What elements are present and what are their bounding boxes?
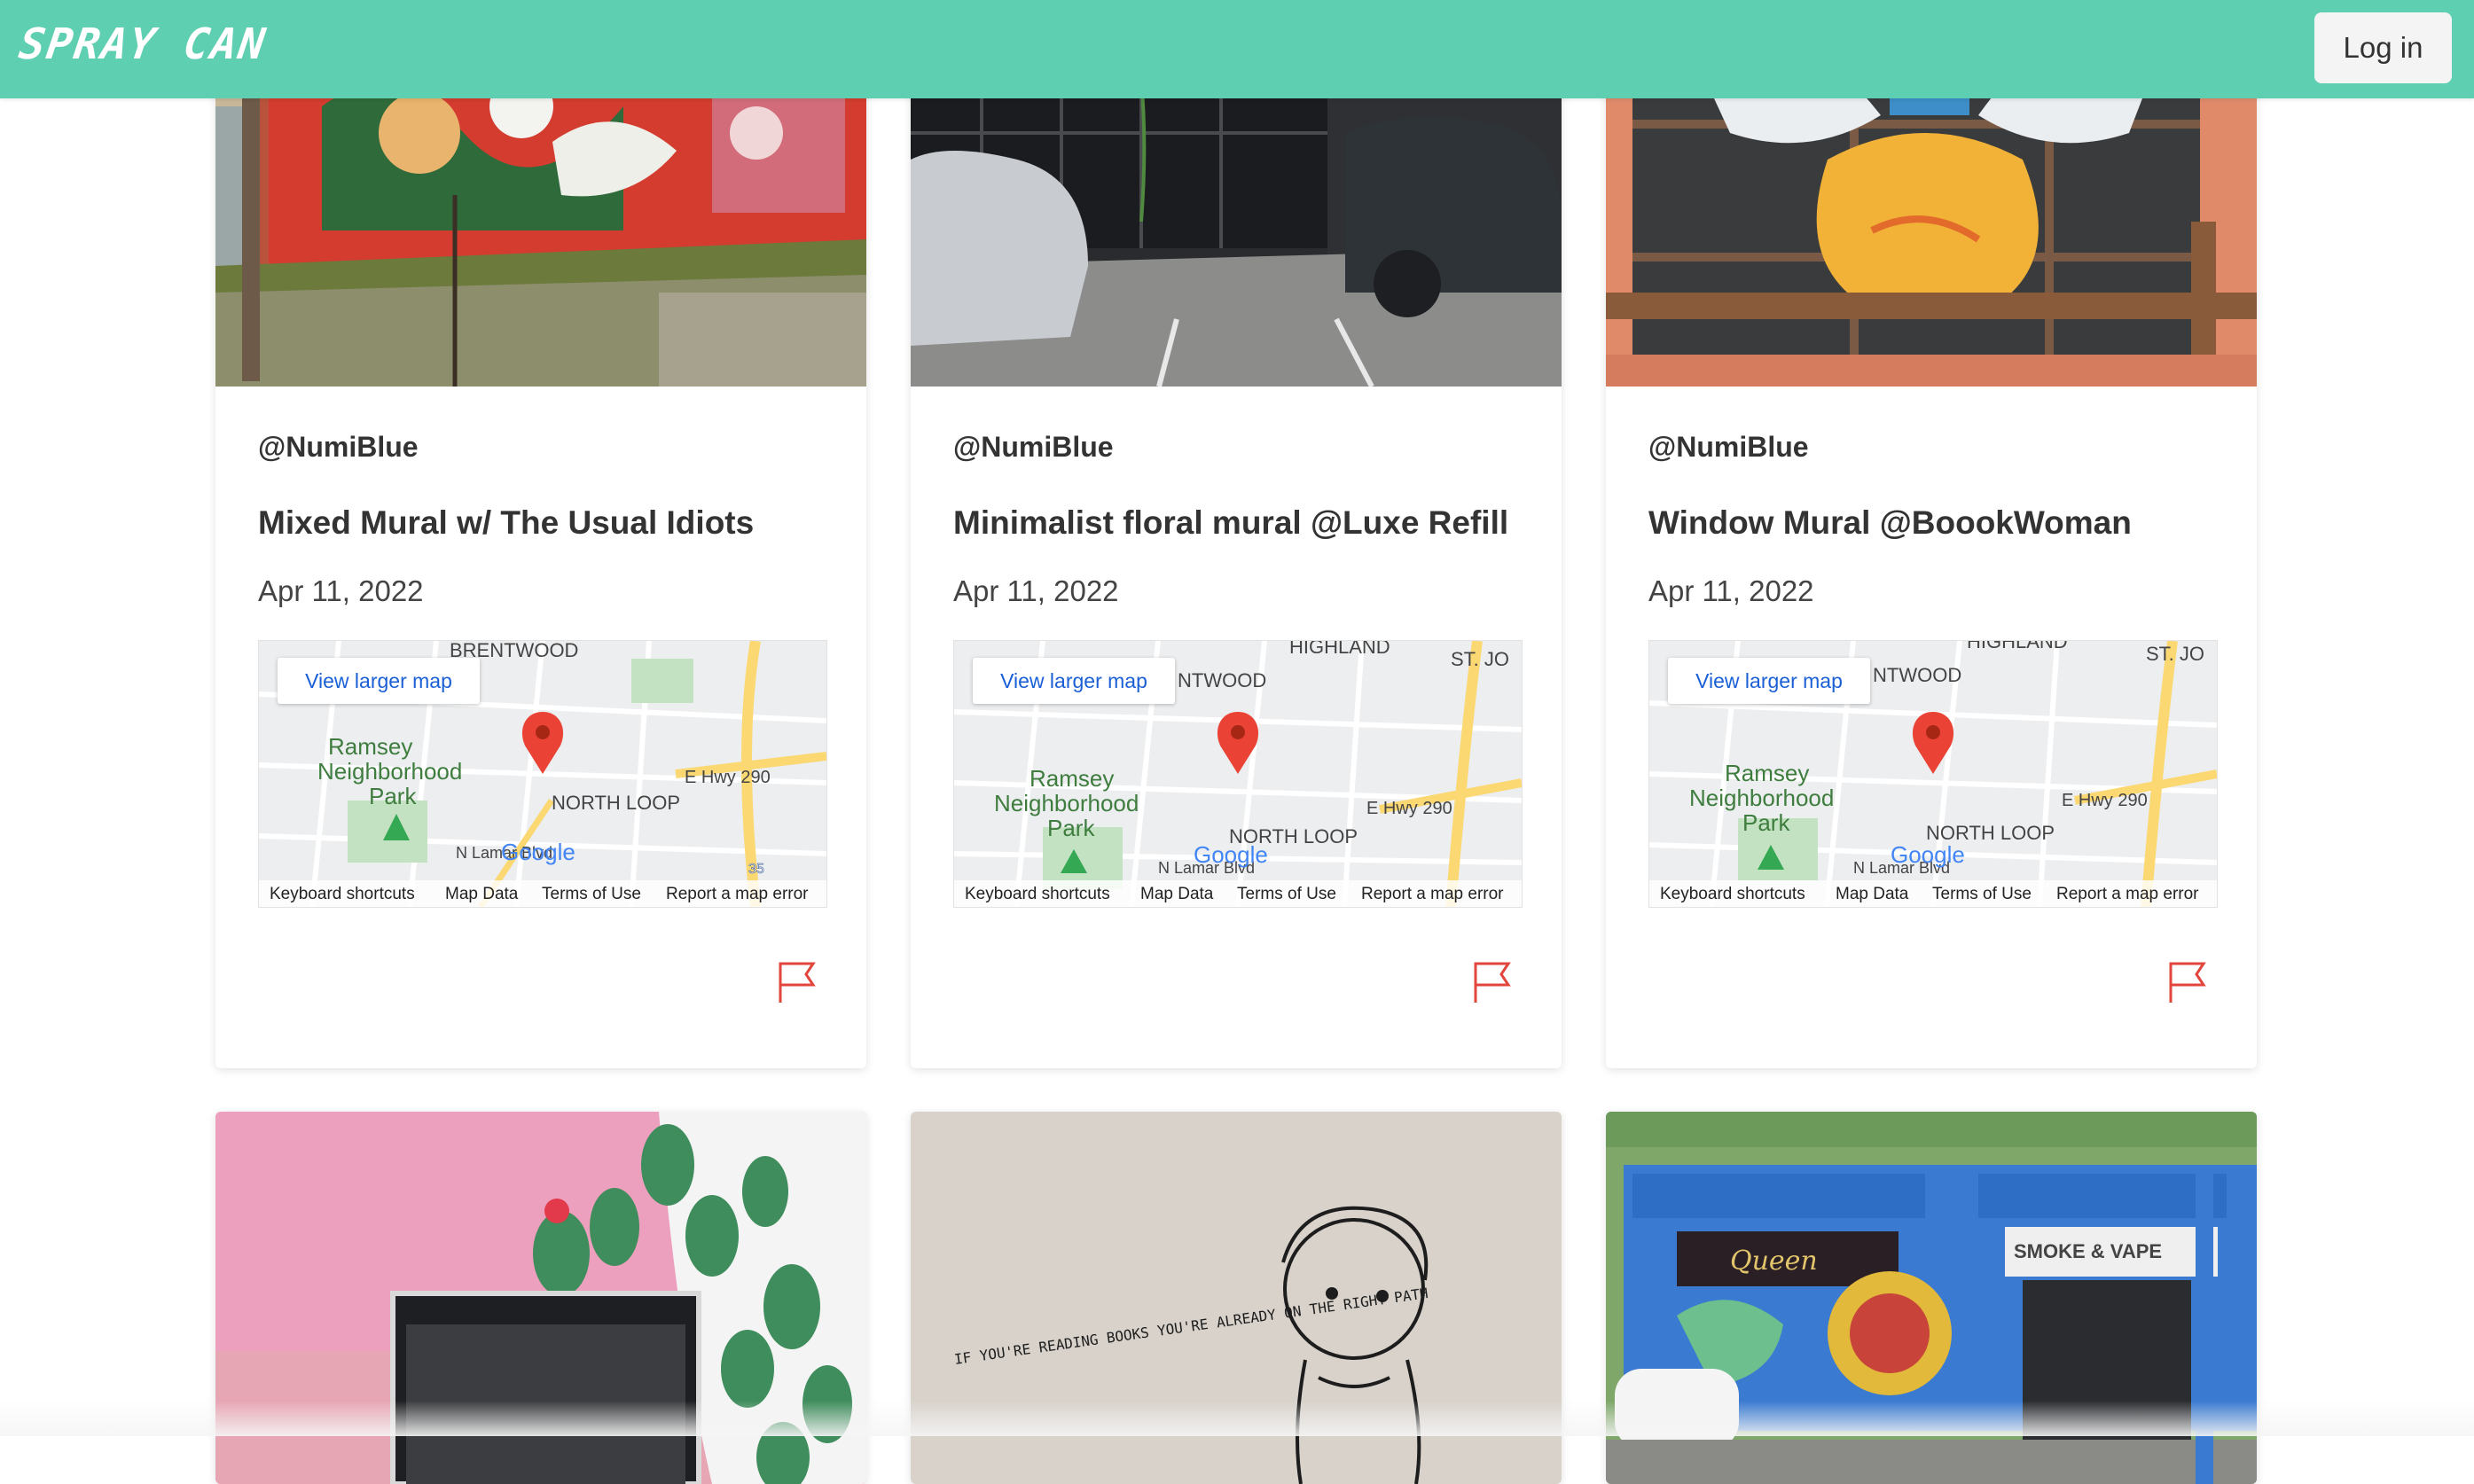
map-label-neighborhood: NTWOOD [1873, 664, 1961, 686]
map-label-park: Ramsey [328, 733, 412, 760]
map-label-park: Neighborhood [994, 790, 1139, 816]
post-title[interactable]: Minimalist floral mural @Luxe Refill [953, 504, 1508, 542]
terms-of-use-link[interactable]: Terms of Use [542, 885, 641, 904]
report-map-error-link[interactable]: Report a map error [2056, 885, 2199, 904]
post-author[interactable]: @NumiBlue [1648, 431, 1809, 464]
map-data-link[interactable]: Map Data [445, 885, 518, 904]
map-google-logo: Google [1891, 841, 1965, 868]
post-card[interactable]: @NumiBlue Mixed Mural w/ The Usual Idiot… [215, 0, 866, 1068]
map-label-neighborhood: HIGHLAND [1967, 641, 2068, 652]
post-card[interactable]: @NumiBlue Minimalist floral mural @Luxe … [911, 0, 1562, 1068]
post-author[interactable]: @NumiBlue [953, 431, 1114, 464]
flag-icon[interactable] [776, 960, 820, 1006]
keyboard-shortcuts-link[interactable]: Keyboard shortcuts [270, 885, 415, 904]
post-date: Apr 11, 2022 [1648, 574, 1814, 607]
map-label-neighborhood: NTWOOD [1178, 669, 1266, 691]
post-title[interactable]: Mixed Mural w/ The Usual Idiots [258, 504, 754, 542]
photo-sign-text: SMOKE & VAPE [2014, 1240, 2162, 1262]
map-data-link[interactable]: Map Data [1140, 885, 1213, 904]
embedded-map[interactable]: BRENTWOOD Ramsey Neighborhood Park NORTH… [258, 640, 827, 908]
navbar: SPRAY CAN Log in [0, 0, 2474, 98]
keyboard-shortcuts-link[interactable]: Keyboard shortcuts [1660, 885, 1805, 904]
map-footer: Keyboard shortcuts Map Data Terms of Use… [1649, 880, 2217, 907]
view-larger-map-link[interactable]: View larger map [973, 658, 1175, 704]
map-label-neighborhood: ST. JO [2146, 643, 2204, 665]
post-date: Apr 11, 2022 [953, 574, 1119, 607]
map-label-road: E Hwy 290 [685, 768, 771, 787]
post-title[interactable]: Window Mural @BoookWoman [1648, 504, 2132, 542]
bottom-scroll-fade [0, 1401, 2474, 1436]
embedded-map[interactable]: HIGHLAND ST. JO NTWOOD Ramsey Neighborho… [1648, 640, 2218, 908]
map-label-park: Park [1047, 815, 1095, 841]
map-label-road: E Hwy 290 [1366, 799, 1452, 818]
report-map-error-link[interactable]: Report a map error [1361, 885, 1504, 904]
map-label-park: Park [369, 783, 417, 809]
flag-icon[interactable] [2166, 960, 2211, 1006]
view-larger-map-link[interactable]: View larger map [1668, 658, 1870, 704]
terms-of-use-link[interactable]: Terms of Use [1932, 885, 2032, 904]
map-footer: Keyboard shortcuts Map Data Terms of Use… [259, 880, 826, 907]
photo-sign-text: Queen [1730, 1246, 1818, 1277]
map-label-park: Neighborhood [1689, 785, 1834, 811]
embedded-map[interactable]: HIGHLAND ST. JO NTWOOD Ramsey Neighborho… [953, 640, 1523, 908]
map-label-park: Ramsey [1725, 760, 1809, 786]
map-highway-shield: 35 [748, 862, 764, 877]
brand-logo[interactable]: SPRAY CAN [16, 20, 270, 69]
terms-of-use-link[interactable]: Terms of Use [1237, 885, 1336, 904]
post-card[interactable]: @NumiBlue Window Mural @BoookWoman Apr 1… [1606, 0, 2257, 1068]
post-author[interactable]: @NumiBlue [258, 431, 419, 464]
map-label-neighborhood: ST. JO [1451, 648, 1509, 670]
view-larger-map-link[interactable]: View larger map [278, 658, 480, 704]
keyboard-shortcuts-link[interactable]: Keyboard shortcuts [965, 885, 1110, 904]
report-map-error-link[interactable]: Report a map error [666, 885, 809, 904]
map-label-park: Neighborhood [317, 758, 462, 785]
map-google-logo: Google [1194, 841, 1268, 868]
map-label-park: Park [1742, 809, 1790, 836]
flag-icon[interactable] [1471, 960, 1515, 1006]
map-label-neighborhood: HIGHLAND [1289, 641, 1390, 658]
login-button[interactable]: Log in [2314, 12, 2452, 83]
map-label-park: Ramsey [1030, 765, 1114, 792]
map-footer: Keyboard shortcuts Map Data Terms of Use… [954, 880, 1522, 907]
map-google-logo: Google [501, 839, 575, 865]
post-grid: @NumiBlue Mixed Mural w/ The Usual Idiot… [0, 0, 2474, 1484]
map-data-link[interactable]: Map Data [1836, 885, 1908, 904]
post-date: Apr 11, 2022 [258, 574, 424, 607]
map-label-road: E Hwy 290 [2062, 791, 2148, 810]
map-label-district: NORTH LOOP [552, 792, 680, 814]
